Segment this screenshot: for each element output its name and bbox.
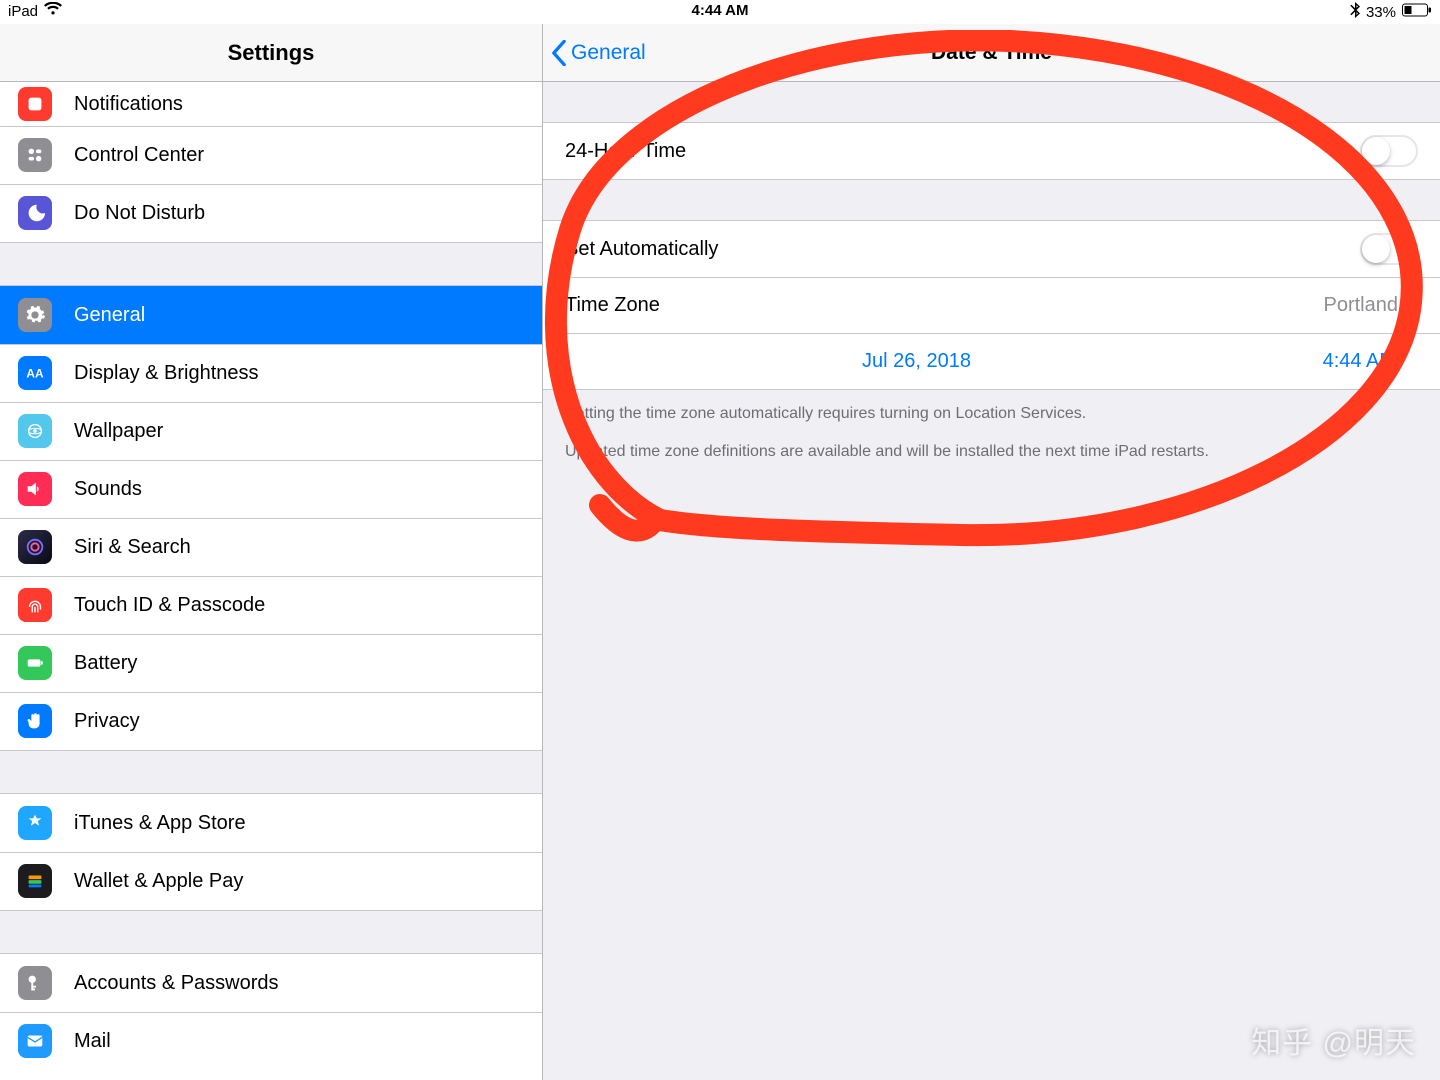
appstore-icon <box>18 806 52 840</box>
battery-text: 33% <box>1366 4 1396 21</box>
row-label: Time Zone <box>565 294 1324 317</box>
battery-icon <box>1402 3 1432 21</box>
back-button[interactable]: General <box>551 24 646 82</box>
detail-pane: General Date & Time 24-Hour Time Set Aut… <box>543 24 1440 1080</box>
status-bar: iPad 4:44 AM 33% <box>0 0 1440 24</box>
footer-text-2: Updated time zone definitions are availa… <box>565 440 1418 464</box>
back-label: General <box>571 41 646 65</box>
status-time: 4:44 AM <box>692 2 749 19</box>
chevron-right-icon <box>1408 294 1418 317</box>
siri-icon <box>18 530 52 564</box>
sidebar-item-itunes[interactable]: iTunes & App Store <box>0 794 542 852</box>
key-icon <box>18 966 52 1000</box>
row-time-zone[interactable]: Time Zone Portland <box>543 277 1440 333</box>
settings-title: Settings <box>0 24 542 82</box>
sidebar-item-label: iTunes & App Store <box>74 812 246 835</box>
wallpaper-icon <box>18 414 52 448</box>
notifications-icon <box>18 87 52 121</box>
sidebar-item-label: Wallet & Apple Pay <box>74 870 243 893</box>
row-24-hour-time[interactable]: 24-Hour Time <box>543 123 1440 179</box>
footer-notes: Setting the time zone automatically requ… <box>543 390 1440 476</box>
bluetooth-icon <box>1350 2 1360 22</box>
svg-text:AA: AA <box>26 367 44 381</box>
sidebar-item-label: Wallpaper <box>74 420 163 443</box>
fingerprint-icon <box>18 588 52 622</box>
sidebar-item-accounts[interactable]: Accounts & Passwords <box>0 954 542 1012</box>
sidebar-item-general[interactable]: General <box>0 286 542 344</box>
sidebar-item-label: General <box>74 304 145 327</box>
display-icon: AA <box>18 356 52 390</box>
sidebar-item-wallet[interactable]: Wallet & Apple Pay <box>0 852 542 910</box>
settings-sidebar: Settings Notifications Control Center Do… <box>0 24 543 1080</box>
watermark: 知乎 @明天 <box>1251 1018 1416 1062</box>
sidebar-item-privacy[interactable]: Privacy <box>0 692 542 750</box>
sidebar-item-battery[interactable]: Battery <box>0 634 542 692</box>
toggle-24-hour[interactable] <box>1360 135 1418 167</box>
hand-icon <box>18 704 52 738</box>
control-center-icon <box>18 138 52 172</box>
sidebar-item-label: Battery <box>74 652 137 675</box>
sidebar-item-label: Privacy <box>74 710 140 733</box>
sidebar-item-display[interactable]: AA Display & Brightness <box>0 344 542 402</box>
sidebar-item-label: Display & Brightness <box>74 362 259 385</box>
sidebar-item-control-center[interactable]: Control Center <box>0 126 542 184</box>
row-date-time-picker[interactable]: Jul 26, 2018 4:44 AM <box>543 333 1440 389</box>
sidebar-item-label: Touch ID & Passcode <box>74 594 265 617</box>
sidebar-item-wallpaper[interactable]: Wallpaper <box>0 402 542 460</box>
sidebar-item-label: Do Not Disturb <box>74 202 205 225</box>
row-label: Set Automatically <box>565 238 1360 261</box>
time-zone-value: Portland <box>1324 294 1399 317</box>
gear-icon <box>18 298 52 332</box>
time-value[interactable]: 4:44 AM <box>1268 350 1418 373</box>
chevron-left-icon <box>551 40 567 66</box>
detail-header: General Date & Time <box>543 24 1440 82</box>
footer-text-1: Setting the time zone automatically requ… <box>565 402 1418 426</box>
row-set-automatically[interactable]: Set Automatically <box>543 221 1440 277</box>
sidebar-item-siri[interactable]: Siri & Search <box>0 518 542 576</box>
sounds-icon <box>18 472 52 506</box>
sidebar-item-do-not-disturb[interactable]: Do Not Disturb <box>0 184 542 242</box>
battery-settings-icon <box>18 646 52 680</box>
sidebar-item-label: Mail <box>74 1030 111 1053</box>
mail-icon <box>18 1024 52 1058</box>
wifi-icon <box>44 2 62 20</box>
row-label: 24-Hour Time <box>565 140 1360 163</box>
wallet-icon <box>18 864 52 898</box>
sidebar-item-label: Accounts & Passwords <box>74 972 279 995</box>
toggle-set-automatically[interactable] <box>1360 233 1418 265</box>
sidebar-item-notifications[interactable]: Notifications <box>0 82 542 126</box>
sidebar-item-label: Notifications <box>74 93 183 116</box>
sidebar-item-label: Control Center <box>74 144 204 167</box>
moon-icon <box>18 196 52 230</box>
sidebar-item-touchid[interactable]: Touch ID & Passcode <box>0 576 542 634</box>
sidebar-item-mail[interactable]: Mail <box>0 1012 542 1070</box>
date-value[interactable]: Jul 26, 2018 <box>565 350 1268 373</box>
sidebar-item-label: Sounds <box>74 478 142 501</box>
sidebar-item-label: Siri & Search <box>74 536 191 559</box>
device-label: iPad <box>8 3 38 20</box>
detail-title: Date & Time <box>931 41 1052 65</box>
sidebar-item-sounds[interactable]: Sounds <box>0 460 542 518</box>
